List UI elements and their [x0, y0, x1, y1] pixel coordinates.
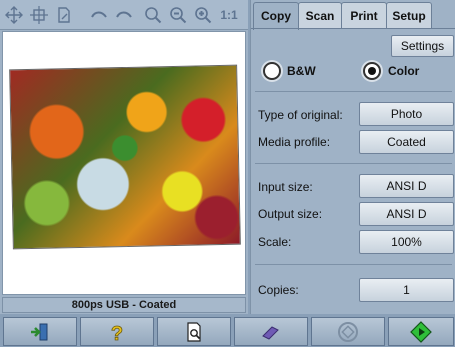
input-size-button[interactable]: ANSI D	[359, 174, 454, 198]
tab-print[interactable]: Print	[341, 2, 387, 28]
bottom-action-bar: ?	[0, 316, 455, 347]
exit-button[interactable]	[3, 317, 77, 346]
undo-icon[interactable]	[88, 4, 110, 26]
input-size-label: Input size:	[258, 180, 313, 194]
type-of-original-label: Type of original:	[258, 108, 343, 122]
move-icon[interactable]	[28, 4, 50, 26]
preview-status: 800ps USB - Coated	[2, 297, 246, 313]
color-radio[interactable]	[363, 62, 381, 80]
help-icon: ?	[110, 322, 123, 343]
svg-text:?: ?	[111, 323, 123, 343]
type-of-original-button[interactable]: Photo	[359, 102, 454, 126]
media-profile-button[interactable]: Coated	[359, 130, 454, 154]
preview-pane: 1:1 800ps USB - Coated	[0, 0, 248, 314]
scanned-image-preview	[9, 64, 241, 250]
exit-icon	[31, 323, 48, 340]
copies-button[interactable]: 1	[359, 278, 454, 302]
stop-icon	[338, 321, 358, 342]
media-profile-label: Media profile:	[258, 135, 331, 149]
preview-canvas[interactable]	[2, 31, 246, 295]
start-button[interactable]	[388, 317, 454, 346]
start-icon	[410, 320, 432, 343]
erase-button[interactable]	[234, 317, 308, 346]
preview-icon	[187, 321, 201, 342]
bw-label: B&W	[287, 64, 316, 78]
tab-bar: Copy Scan Print Setup	[251, 2, 455, 30]
preview-toolbar: 1:1	[0, 0, 248, 30]
output-size-label: Output size:	[258, 207, 323, 221]
color-label: Color	[388, 64, 420, 78]
help-button[interactable]: ?	[80, 317, 154, 346]
bw-radio[interactable]	[263, 62, 281, 80]
eraser-icon	[262, 325, 279, 340]
stop-button[interactable]	[311, 317, 385, 346]
zoom-out-icon[interactable]	[167, 4, 189, 26]
separator	[255, 91, 452, 92]
copies-label: Copies:	[258, 283, 299, 297]
scale-button[interactable]: 100%	[359, 230, 454, 254]
tab-scan[interactable]: Scan	[298, 2, 342, 28]
scale-label: Scale:	[258, 235, 292, 249]
copy-settings-panel: Copy Scan Print Setup Settings B&W Color…	[250, 0, 455, 314]
settings-button[interactable]: Settings	[391, 35, 454, 57]
redo-icon[interactable]	[113, 4, 135, 26]
zoom-in-icon[interactable]	[192, 4, 214, 26]
actual-size-icon[interactable]: 1:1	[218, 4, 240, 26]
separator	[255, 163, 452, 164]
output-size-button[interactable]: ANSI D	[359, 202, 454, 226]
separator	[255, 264, 452, 265]
tab-setup[interactable]: Setup	[386, 2, 432, 28]
tab-copy[interactable]: Copy	[253, 2, 299, 30]
page-icon[interactable]	[53, 4, 75, 26]
preview-button[interactable]	[157, 317, 231, 346]
fit-icon[interactable]	[3, 4, 25, 26]
tab-divider	[251, 28, 455, 29]
zoom-icon[interactable]	[142, 4, 164, 26]
